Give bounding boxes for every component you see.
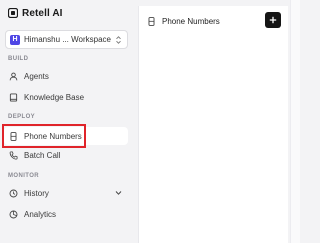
- phone-icon: [9, 150, 18, 160]
- book-icon: [9, 92, 18, 102]
- section-label-deploy: DEPLOY: [8, 114, 36, 120]
- plus-icon: [269, 16, 277, 24]
- page-title: Phone Numbers: [162, 16, 220, 26]
- sidebar-item-label: History: [24, 188, 49, 198]
- chart-icon: [9, 210, 18, 218]
- sidebar-item-label: Analytics: [24, 209, 57, 219]
- add-phone-number-button[interactable]: [265, 12, 281, 28]
- history-icon: [9, 189, 18, 197]
- sidebar-item-label: Agents: [24, 71, 49, 81]
- chevron-up-down-icon: [116, 36, 121, 44]
- brand[interactable]: Retell AI: [8, 5, 63, 21]
- section-label-monitor: MONITOR: [8, 173, 40, 179]
- panel-header: Phone Numbers: [139, 6, 289, 36]
- chevron-down-icon[interactable]: [115, 190, 122, 196]
- sidebar-item-agents[interactable]: Agents: [4, 67, 128, 85]
- main-panel: Phone Numbers: [138, 6, 288, 243]
- retell-logo-icon: [8, 8, 18, 18]
- workspace-name: Himanshu ... Workspace: [24, 35, 111, 44]
- phone-device-icon: [148, 16, 155, 26]
- workspace-switcher[interactable]: H Himanshu ... Workspace: [5, 30, 128, 49]
- sidebar-item-batch-call[interactable]: Batch Call: [4, 146, 128, 164]
- workspace-avatar: H: [10, 34, 20, 45]
- sidebar: Retell AI H Himanshu ... Workspace BUILD…: [0, 0, 136, 243]
- right-content-edge: [290, 0, 300, 243]
- sidebar-item-analytics[interactable]: Analytics: [4, 205, 128, 223]
- highlight-annotation-box: [2, 124, 86, 148]
- sidebar-item-knowledge-base[interactable]: Knowledge Base: [4, 88, 128, 106]
- sidebar-item-history[interactable]: History: [4, 184, 128, 202]
- user-icon: [9, 72, 18, 80]
- section-label-build: BUILD: [8, 56, 29, 62]
- sidebar-item-label: Knowledge Base: [24, 92, 85, 102]
- sidebar-item-label: Batch Call: [24, 150, 61, 160]
- app-name: Retell AI: [22, 7, 63, 19]
